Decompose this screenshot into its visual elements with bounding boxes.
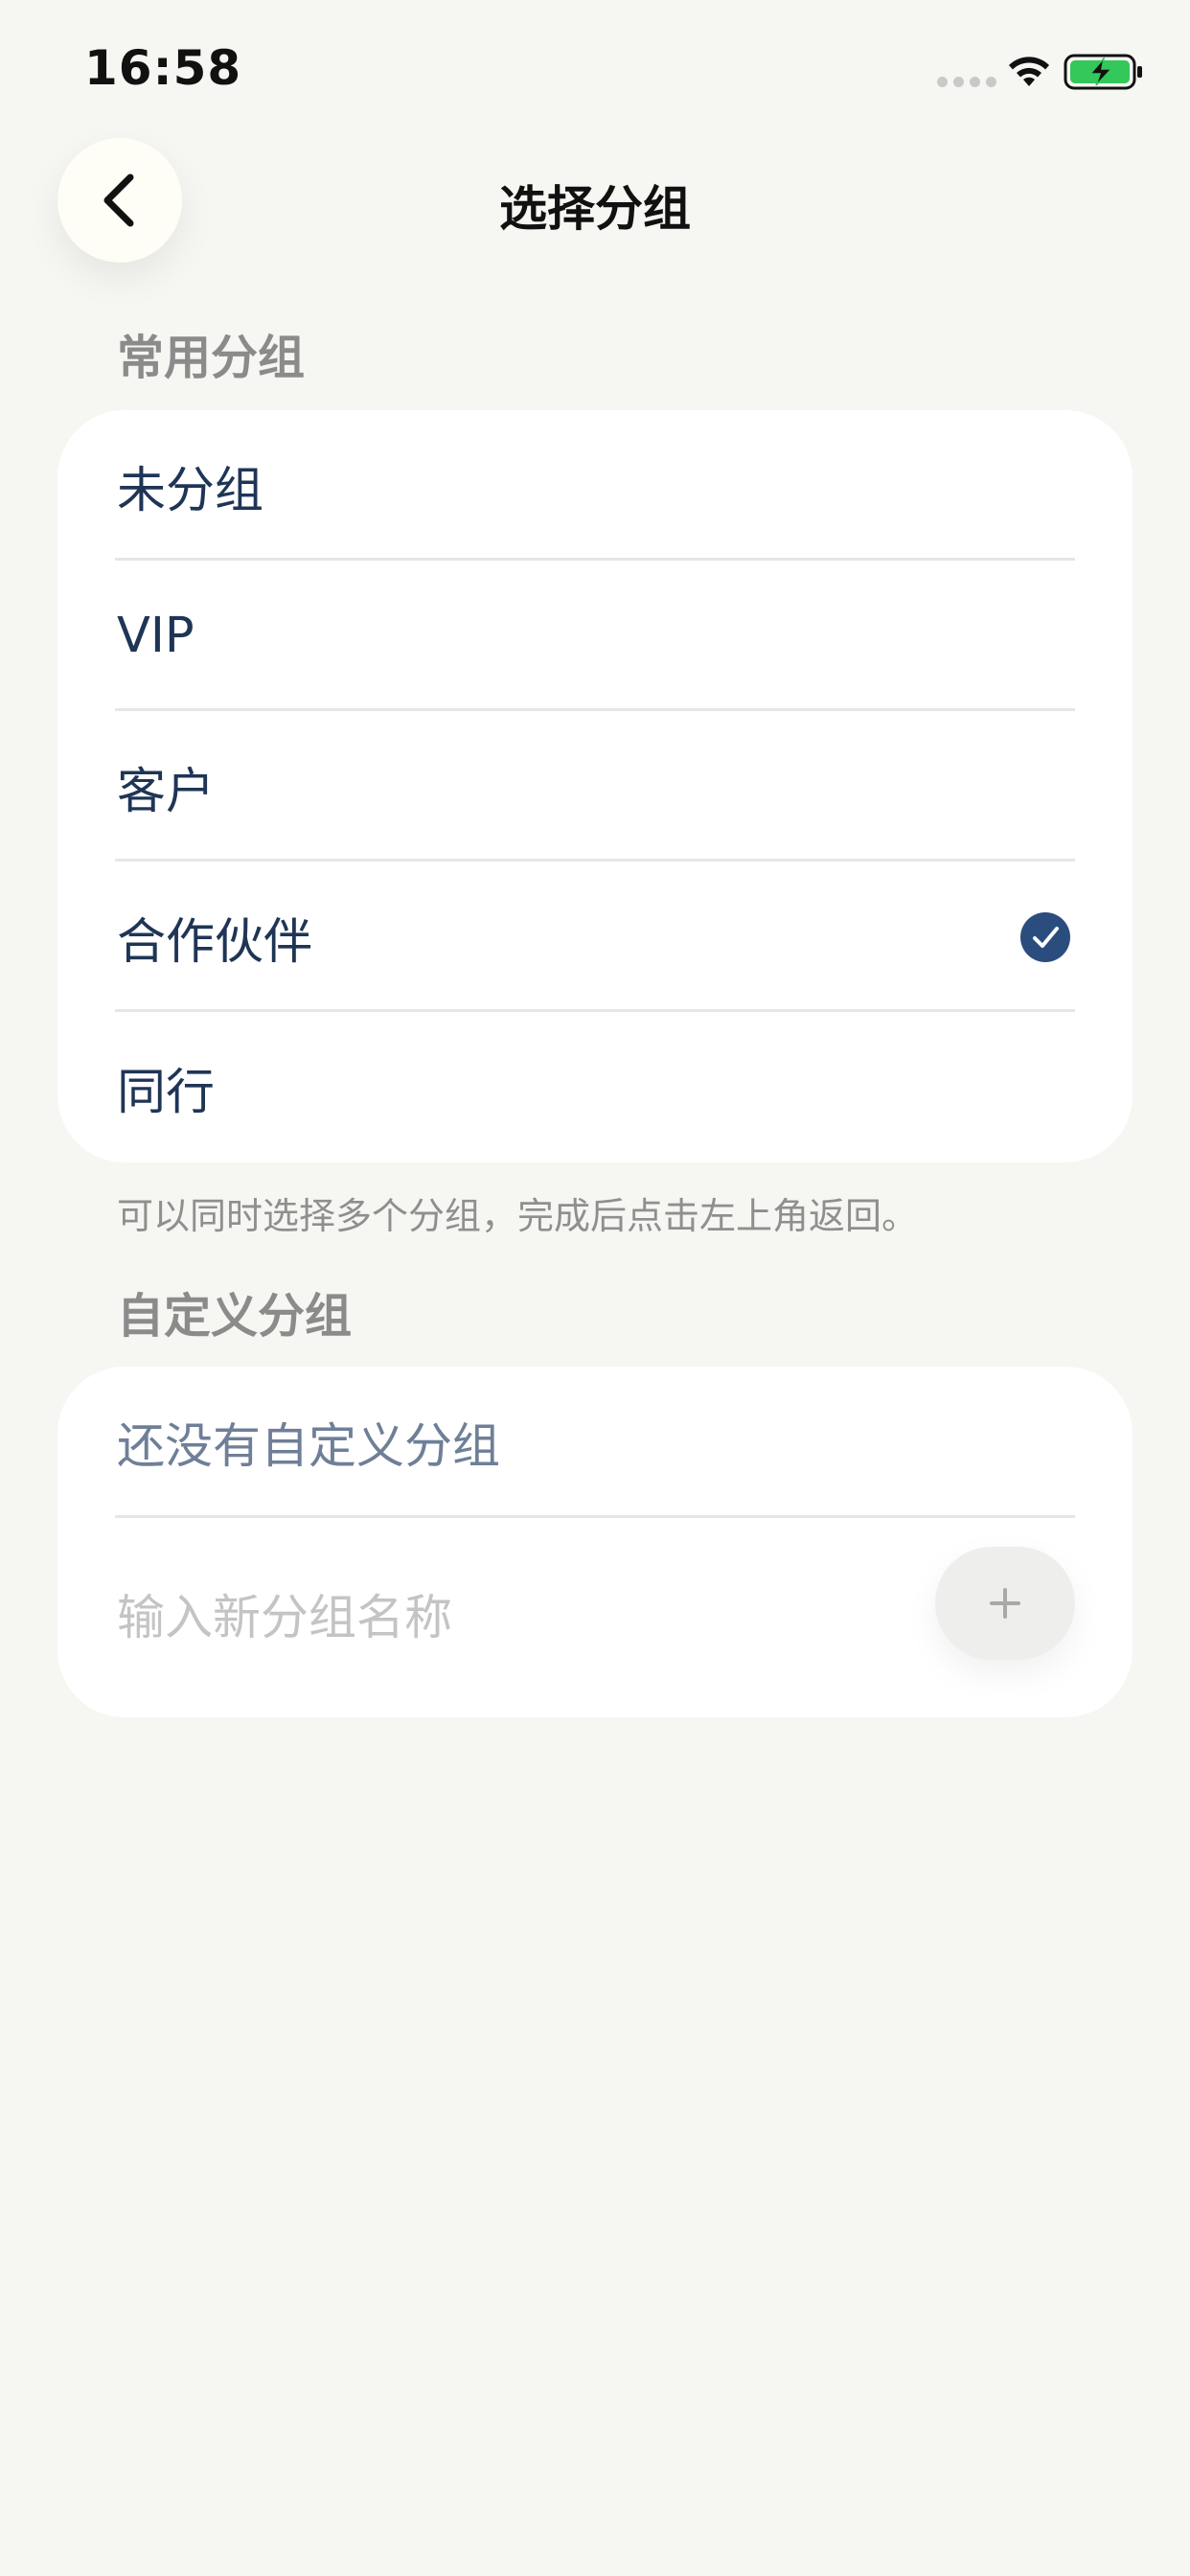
group-row-label: 客户: [117, 763, 216, 820]
group-row-label: 未分组: [117, 462, 264, 519]
multi-select-hint: 可以同时选择多个分组，完成后点击左上角返回。: [117, 1195, 919, 1237]
new-group-row: [57, 1518, 1133, 1717]
group-row-ungrouped[interactable]: 未分组: [57, 410, 1133, 561]
plus-icon: [990, 1588, 1020, 1619]
group-row-customer[interactable]: 客户: [57, 711, 1133, 862]
group-row-partner[interactable]: 合作伙伴: [57, 862, 1133, 1012]
wifi-icon: [1009, 57, 1049, 86]
empty-state-row: 还没有自定义分组: [57, 1367, 1133, 1518]
new-group-name-input[interactable]: [117, 1590, 864, 1645]
empty-state-text: 还没有自定义分组: [117, 1418, 500, 1474]
group-row-label: 同行: [117, 1064, 216, 1121]
custom-groups-card: 还没有自定义分组: [57, 1367, 1133, 1717]
custom-groups-label: 自定义分组: [117, 1289, 353, 1344]
common-groups-card: 未分组 VIP 客户 合作伙伴 同行: [57, 410, 1133, 1162]
group-row-label: VIP: [117, 608, 195, 664]
group-row-peer[interactable]: 同行: [57, 1012, 1133, 1162]
status-bar: 16:58: [0, 0, 1190, 144]
group-row-label: 合作伙伴: [117, 913, 313, 971]
checkmark-icon: [1020, 911, 1070, 962]
status-time: 16:58: [84, 40, 242, 96]
battery-charging-icon: [1064, 54, 1142, 90]
cellular-signal-icon: [937, 77, 996, 87]
page-title: 选择分组: [499, 181, 691, 237]
group-select-screen: 16:58 选择分组 常用分组 未分组 VIP 客户 合作伙伴 同行 可以同时选…: [0, 0, 1190, 2576]
group-row-vip[interactable]: VIP: [57, 561, 1133, 711]
common-groups-label: 常用分组: [117, 331, 306, 385]
add-group-button[interactable]: [935, 1547, 1075, 1660]
